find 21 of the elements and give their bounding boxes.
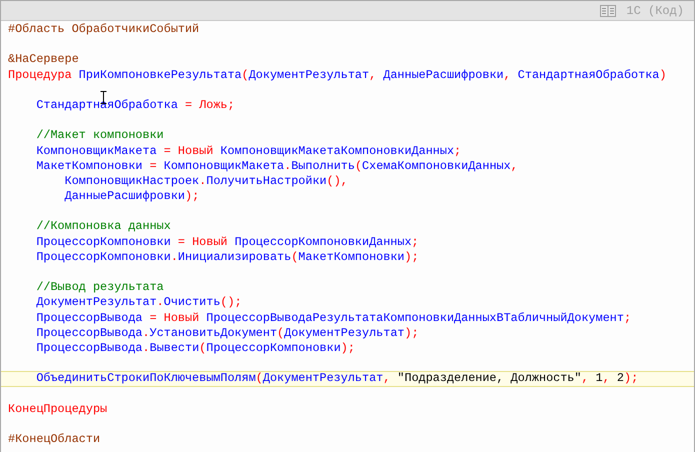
code-line: ДанныеРасшифровки);	[64, 189, 200, 204]
code-line: КомпоновщикНастроек.ПолучитьНастройки(),	[64, 174, 349, 190]
code-line: //Вывод результата	[35, 280, 165, 296]
code-line: Процедура ПриКомпоновкеРезультата(ДокументРезультат, ДанныеРасшифровки, СтандартнаяОбработка)	[7, 68, 668, 83]
code-line: //Компоновка данных	[35, 219, 172, 235]
code-line: ПроцессорВывода = Новый ПроцессорВыводаРезультатаКомпоновкиДанныхВТабличныйДокумент;	[35, 310, 632, 326]
code-line: ПроцессорКомпоновки.Инициализировать(МакетКомпоновки);	[35, 250, 420, 265]
document-list-icon	[600, 4, 616, 16]
code-line: &НаСервере	[7, 52, 80, 68]
code-line: ПроцессорВывода.УстановитьДокумент(ДокументРезультат);	[35, 326, 420, 341]
code-line: КомпоновщикМакета = Новый КомпоновщикМакетаКомпоновкиДанных;	[35, 144, 462, 159]
code-line: МакетКомпоновки = КомпоновщикМакета.Выполнить(СхемаКомпоновкиДанных,	[35, 158, 519, 174]
code-line: ДокументРезультат.Очистить();	[35, 295, 243, 311]
code-line: #КонецОбласти	[7, 432, 102, 448]
language-label: 1С (Код)	[626, 4, 684, 18]
code-line: КонецПроцедуры	[7, 402, 108, 417]
code-line: #Область ОбработчикиСобытий	[7, 22, 200, 38]
code-line: ПроцессорКомпоновки = Новый ПроцессорКомпоновкиДанных;	[35, 234, 420, 250]
code-line: //Макет компоновки	[35, 128, 165, 144]
code-line: ПроцессорВывода.Вывести(ПроцессорКомпоновки);	[35, 340, 356, 356]
code-line: СтандартнаяОбработка = Ложь;	[35, 98, 236, 114]
